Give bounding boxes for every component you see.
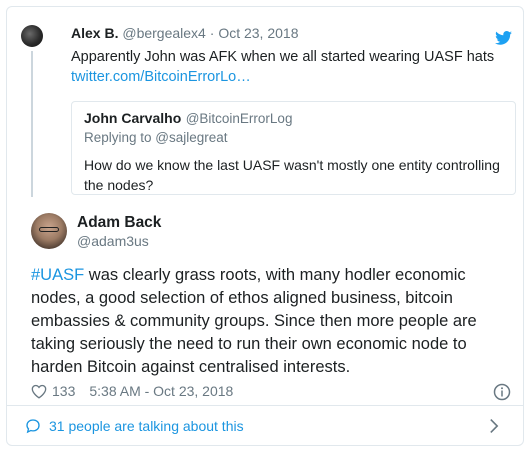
parent-tweet-date[interactable]: Oct 23, 2018 [218,25,298,41]
parent-tweet-header: Alex B. @bergealex4 · Oct 23, 2018 [71,25,298,41]
chevron-right-icon[interactable] [487,418,501,434]
quoted-tweet-text: How do we know the last UASF wasn't most… [84,157,500,193]
talking-about-label[interactable]: 31 people are talking about this [49,418,244,434]
quoted-author-name: John Carvalho [84,110,182,126]
avatar-glasses [39,227,59,232]
conversation-footer[interactable]: 31 people are talking about this [7,405,523,445]
parent-tweet-text: Apparently John was AFK when we all star… [71,47,511,87]
like-count[interactable]: 133 [52,383,75,399]
parent-author-handle[interactable]: @bergealex4 [122,25,206,41]
main-tweet-text: #UASF was clearly grass roots, with many… [31,264,519,379]
separator-dot: · [209,25,215,41]
hashtag-link[interactable]: #UASF [31,266,84,284]
main-author-name[interactable]: Adam Back [77,214,161,232]
tweet-meta: 133 5:38 AM - Oct 23, 2018 [31,383,233,399]
tweet-timestamp[interactable]: 5:38 AM - Oct 23, 2018 [89,383,233,399]
twitter-bird-icon[interactable] [495,31,512,45]
main-tweet-body: was clearly grass roots, with many hodle… [31,266,477,376]
adam-avatar[interactable] [31,213,67,249]
alex-avatar[interactable] [21,25,43,47]
embedded-tweet-card: Alex B. @bergealex4 · Oct 23, 2018 Appar… [6,6,524,446]
thread-line [31,51,33,197]
parent-tweet-link[interactable]: twitter.com/BitcoinErrorLo… [71,69,251,85]
quoted-author-handle: @BitcoinErrorLog [185,111,293,126]
heart-icon[interactable] [31,384,47,399]
quoted-tweet[interactable]: John Carvalho @BitcoinErrorLog Replying … [71,101,516,195]
parent-author-name[interactable]: Alex B. [71,25,118,41]
parent-tweet-body: Apparently John was AFK when we all star… [71,49,495,65]
speech-bubble-icon [26,418,40,433]
quoted-tweet-header: John Carvalho @BitcoinErrorLog [84,110,503,128]
main-author-handle[interactable]: @adam3us [77,233,149,249]
replying-to-label: Replying to @sajlegreat [84,130,228,145]
info-icon[interactable] [493,383,511,401]
